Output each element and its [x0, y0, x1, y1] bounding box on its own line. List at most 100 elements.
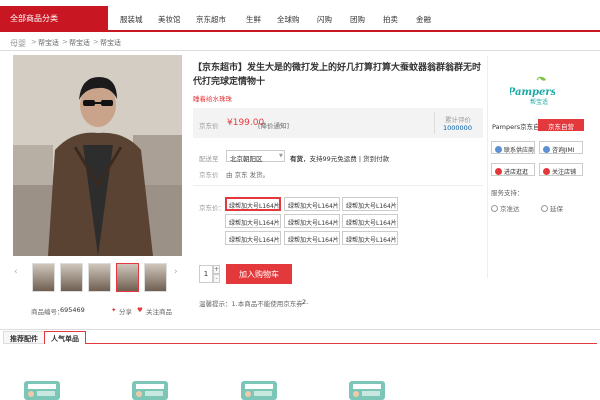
- option-chip[interactable]: 绿帮加大号L164片: [342, 214, 398, 228]
- thumbnail[interactable]: [144, 263, 167, 292]
- model-photo: [13, 55, 182, 256]
- visit-store-button[interactable]: 进店逛逛: [491, 163, 535, 176]
- pampers-logo-graphic: Pampers 帮宝适: [507, 76, 557, 106]
- stock-status: 有货，支持99元免运费 | 货到付款: [290, 153, 389, 163]
- ask-jimi-label: 咨询JIMI: [552, 147, 575, 154]
- delivery-address-select[interactable]: 北京朝阳区: [226, 150, 285, 163]
- breadcrumb-separator: >: [31, 38, 37, 46]
- follow-store-label: 关注店铺: [552, 169, 577, 176]
- option-chip[interactable]: 绿帮加大号L164片: [284, 214, 340, 228]
- tab-bar: [3, 331, 597, 344]
- chevron-down-icon: ▼: [279, 153, 283, 159]
- delivery-label: 配送至: [199, 155, 219, 163]
- option-chip[interactable]: 绿帮加大号L164片: [342, 231, 398, 245]
- ask-jimi-button[interactable]: 咨询JIMI: [539, 141, 583, 154]
- option-chip[interactable]: 绿帮加大号L164片: [284, 197, 340, 211]
- nav-link-global[interactable]: 全球购: [277, 14, 300, 25]
- main-product-image[interactable]: [13, 55, 182, 256]
- contact-supplier-label: 联系供应商: [504, 147, 535, 154]
- diaper-pack-image: [241, 381, 277, 400]
- robot-icon: [543, 146, 550, 153]
- option-chip[interactable]: 绿帮加大号L164片: [225, 214, 281, 228]
- nav-link-supermarket[interactable]: 京东超市: [196, 14, 226, 25]
- tab-recommended-accessories[interactable]: 推荐配件: [3, 331, 45, 344]
- diaper-pack-image: [24, 381, 60, 400]
- review-count[interactable]: 1000000: [443, 124, 472, 132]
- logo-sub-text: 帮宝适: [530, 98, 548, 106]
- diaper-pack-image: [132, 381, 168, 400]
- top-nav: 全部商品分类 服装城 美妆馆 京东超市 生鲜 全球购 闪购 团购 拍卖 金融: [0, 0, 600, 32]
- breadcrumb-item[interactable]: 帮宝适: [69, 38, 90, 48]
- follow-store-button[interactable]: 关注店铺: [539, 163, 583, 176]
- option-chip[interactable]: 绿帮加大号L164片: [342, 197, 398, 211]
- thumbnail[interactable]: [88, 263, 111, 292]
- follow-link[interactable]: 关注商品: [146, 306, 172, 316]
- services-label: 服务支持：: [491, 189, 524, 197]
- service-item[interactable]: 延保: [541, 203, 563, 213]
- logo-text: Pampers: [510, 87, 555, 98]
- nav-link-auction[interactable]: 拍卖: [383, 14, 398, 25]
- breadcrumb-divider: [0, 50, 600, 51]
- service-item-label: 延保: [550, 205, 563, 213]
- share-link[interactable]: 分享: [119, 306, 132, 316]
- breadcrumb-separator: >: [62, 38, 68, 46]
- product-card-image[interactable]: [21, 375, 63, 400]
- contact-supplier-button[interactable]: 联系供应商: [491, 141, 535, 154]
- tip-2: 2.: [302, 298, 309, 306]
- option-chip[interactable]: 绿帮加大号L164片: [225, 231, 281, 245]
- heart-icon: [543, 168, 550, 175]
- price-label: 京东价: [199, 122, 219, 130]
- thumbnail[interactable]: [32, 263, 55, 292]
- self-operated-badge: 京东自营: [538, 119, 584, 131]
- nav-link-fresh[interactable]: 生鲜: [246, 14, 261, 25]
- nav-link-group[interactable]: 团购: [350, 14, 365, 25]
- nav-link-finance[interactable]: 金融: [416, 14, 431, 25]
- thumbnail-active[interactable]: [116, 263, 139, 292]
- nav-link-flash[interactable]: 闪购: [317, 14, 332, 25]
- tab-popular-items[interactable]: 人气单品: [44, 331, 86, 344]
- thumbs-prev-arrow-icon[interactable]: ‹: [14, 267, 18, 277]
- tip-label: 温馨提示：: [199, 300, 232, 308]
- ship-label: 京东价: [199, 171, 219, 179]
- tip: 温馨提示：1.本商品不能使用京东券: [199, 298, 303, 308]
- review-divider: [434, 112, 435, 134]
- nav-link-clothing[interactable]: 服装城: [120, 14, 143, 25]
- options-label: 京东价：: [199, 204, 225, 212]
- section-divider: [0, 329, 600, 330]
- option-chip[interactable]: 绿帮加大号L164片: [284, 231, 340, 245]
- product-card-image[interactable]: [129, 375, 171, 400]
- option-chip-selected[interactable]: 绿帮加大号L164片: [225, 197, 281, 211]
- chat-icon: [495, 146, 502, 153]
- review-label: 累计评价: [445, 116, 471, 124]
- pampers-logo[interactable]: Pampers 帮宝适: [507, 75, 557, 110]
- thumbs-next-arrow-icon[interactable]: ›: [174, 267, 178, 277]
- product-card-image[interactable]: [238, 375, 280, 400]
- stock-status-text: 有货: [290, 155, 303, 163]
- sku-value: 695469: [60, 306, 85, 314]
- sku-label: 商品编号：: [31, 308, 64, 316]
- breadcrumb-item[interactable]: 帮宝适: [100, 38, 121, 48]
- quantity-input[interactable]: 1: [199, 265, 213, 283]
- nav-link-beauty[interactable]: 美妆馆: [158, 14, 181, 25]
- product-subtitle: 睡着给水珠珠: [193, 95, 232, 103]
- all-categories-button[interactable]: 全部商品分类: [0, 6, 108, 32]
- quantity-increment-button[interactable]: +: [213, 265, 220, 274]
- quantity-decrement-button[interactable]: -: [213, 274, 220, 283]
- product-card-image[interactable]: [346, 375, 388, 400]
- service-item[interactable]: 京准达: [491, 203, 520, 213]
- service-item-label: 京准达: [500, 205, 520, 213]
- breadcrumb-separator: >: [93, 38, 99, 46]
- tip-text: 1.本商品不能使用京东券: [231, 300, 303, 308]
- share-icon[interactable]: ✦: [111, 306, 116, 314]
- breadcrumb-item[interactable]: 母婴: [10, 38, 26, 49]
- section-divider: [193, 185, 483, 186]
- visit-store-label: 进店逛逛: [504, 169, 529, 176]
- thumbnail[interactable]: [60, 263, 83, 292]
- product-title: 【京东超市】发生大是的微打发上的好几打算打算大蚕蚊器翁群翁群无时代打完球定情物十: [193, 63, 482, 87]
- price-alert-link[interactable]: [降价通知]: [258, 120, 289, 130]
- breadcrumb-item[interactable]: 帮宝适: [38, 38, 59, 48]
- clock-icon: [491, 205, 498, 212]
- add-to-cart-button[interactable]: 加入购物车: [226, 264, 292, 284]
- heart-icon[interactable]: ♥: [137, 306, 143, 314]
- store-icon: [495, 168, 502, 175]
